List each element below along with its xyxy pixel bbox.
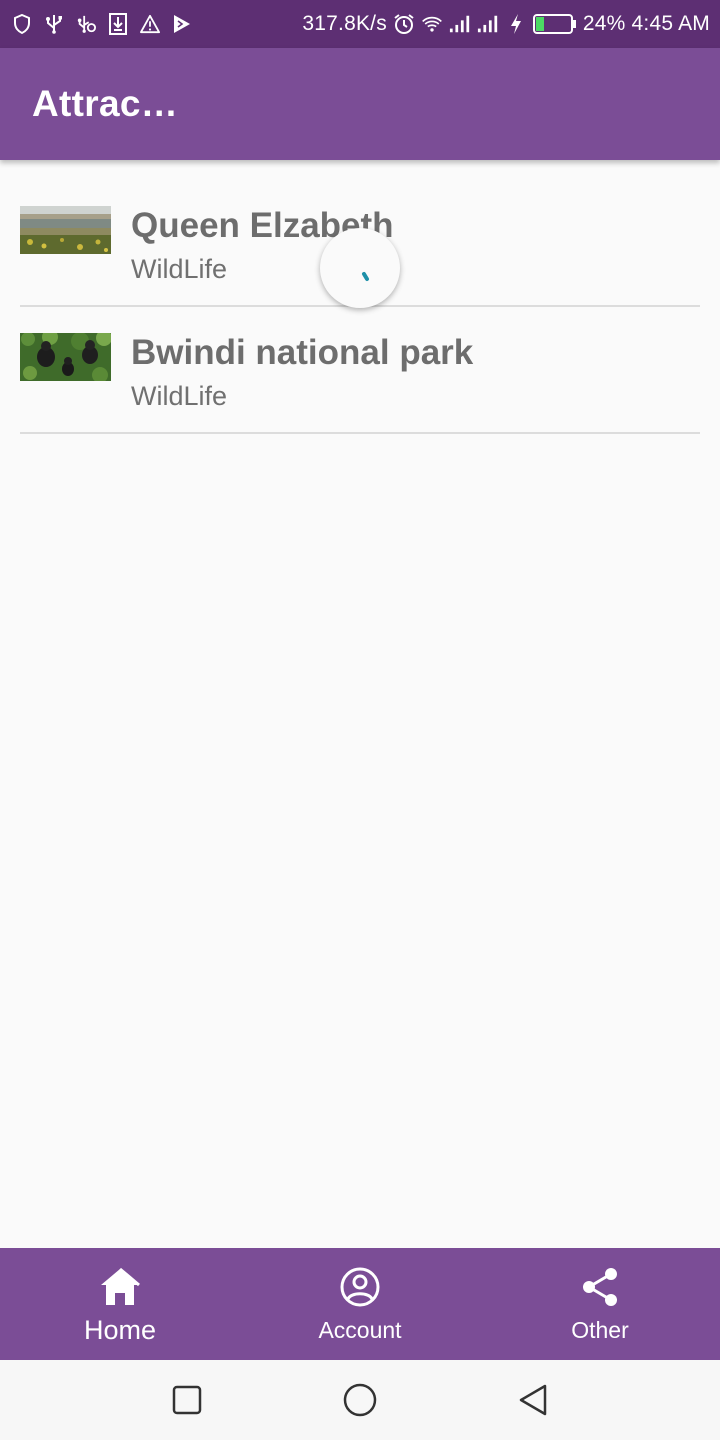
usb-icon: [44, 14, 64, 34]
page-title: Attrac…: [32, 83, 179, 124]
battery-percent: 24%: [582, 12, 626, 35]
nav-home[interactable]: Home: [0, 1248, 240, 1360]
usb-debug-icon: [76, 14, 96, 34]
loading-spinner-icon: [340, 246, 380, 291]
charging-icon: [505, 13, 527, 35]
nav-label: Other: [571, 1317, 629, 1343]
home-circle-icon[interactable]: [340, 1380, 380, 1420]
attraction-category: WildLife: [131, 254, 228, 284]
status-notification-icons: [12, 13, 192, 35]
nav-label: Account: [318, 1317, 402, 1343]
recents-square-icon[interactable]: [167, 1380, 207, 1420]
battery-icon: [532, 14, 577, 34]
nav-label: Home: [83, 1315, 157, 1345]
shield-icon: [12, 14, 32, 34]
loading-spinner: [320, 228, 400, 308]
system-navigation-bar: [0, 1360, 720, 1440]
clock-time: 4:45 AM: [631, 12, 710, 35]
download-icon: [108, 13, 128, 35]
nav-account[interactable]: Account: [240, 1248, 480, 1360]
bottom-navigation: Home Account Other: [0, 1248, 720, 1360]
attraction-title: Bwindi national park: [131, 333, 474, 372]
home-icon: [98, 1265, 142, 1309]
status-system-info: 317.8K/s 24% 4:45 AM: [302, 12, 710, 36]
signal-icon: [477, 13, 499, 35]
attraction-category: WildLife: [131, 381, 228, 411]
list-item[interactable]: Bwindi national park WildLife: [20, 307, 700, 434]
share-icon: [578, 1265, 622, 1309]
status-bar: 317.8K/s 24% 4:45 AM: [0, 0, 720, 48]
wifi-icon: [421, 13, 443, 35]
warning-icon: [140, 14, 160, 34]
screen: 317.8K/s 24% 4:45 AM Attrac… Queen Elzab…: [0, 0, 720, 1440]
back-triangle-icon[interactable]: [513, 1380, 553, 1420]
account-circle-icon: [338, 1265, 382, 1309]
app-bar: Attrac…: [0, 48, 720, 160]
attraction-thumbnail: [20, 333, 111, 381]
alarm-icon: [393, 13, 415, 35]
nav-other[interactable]: Other: [480, 1248, 720, 1360]
signal-icon: [449, 13, 471, 35]
play-store-icon: [172, 14, 192, 34]
network-speed: 317.8K/s: [302, 12, 387, 35]
attraction-thumbnail: [20, 206, 111, 254]
